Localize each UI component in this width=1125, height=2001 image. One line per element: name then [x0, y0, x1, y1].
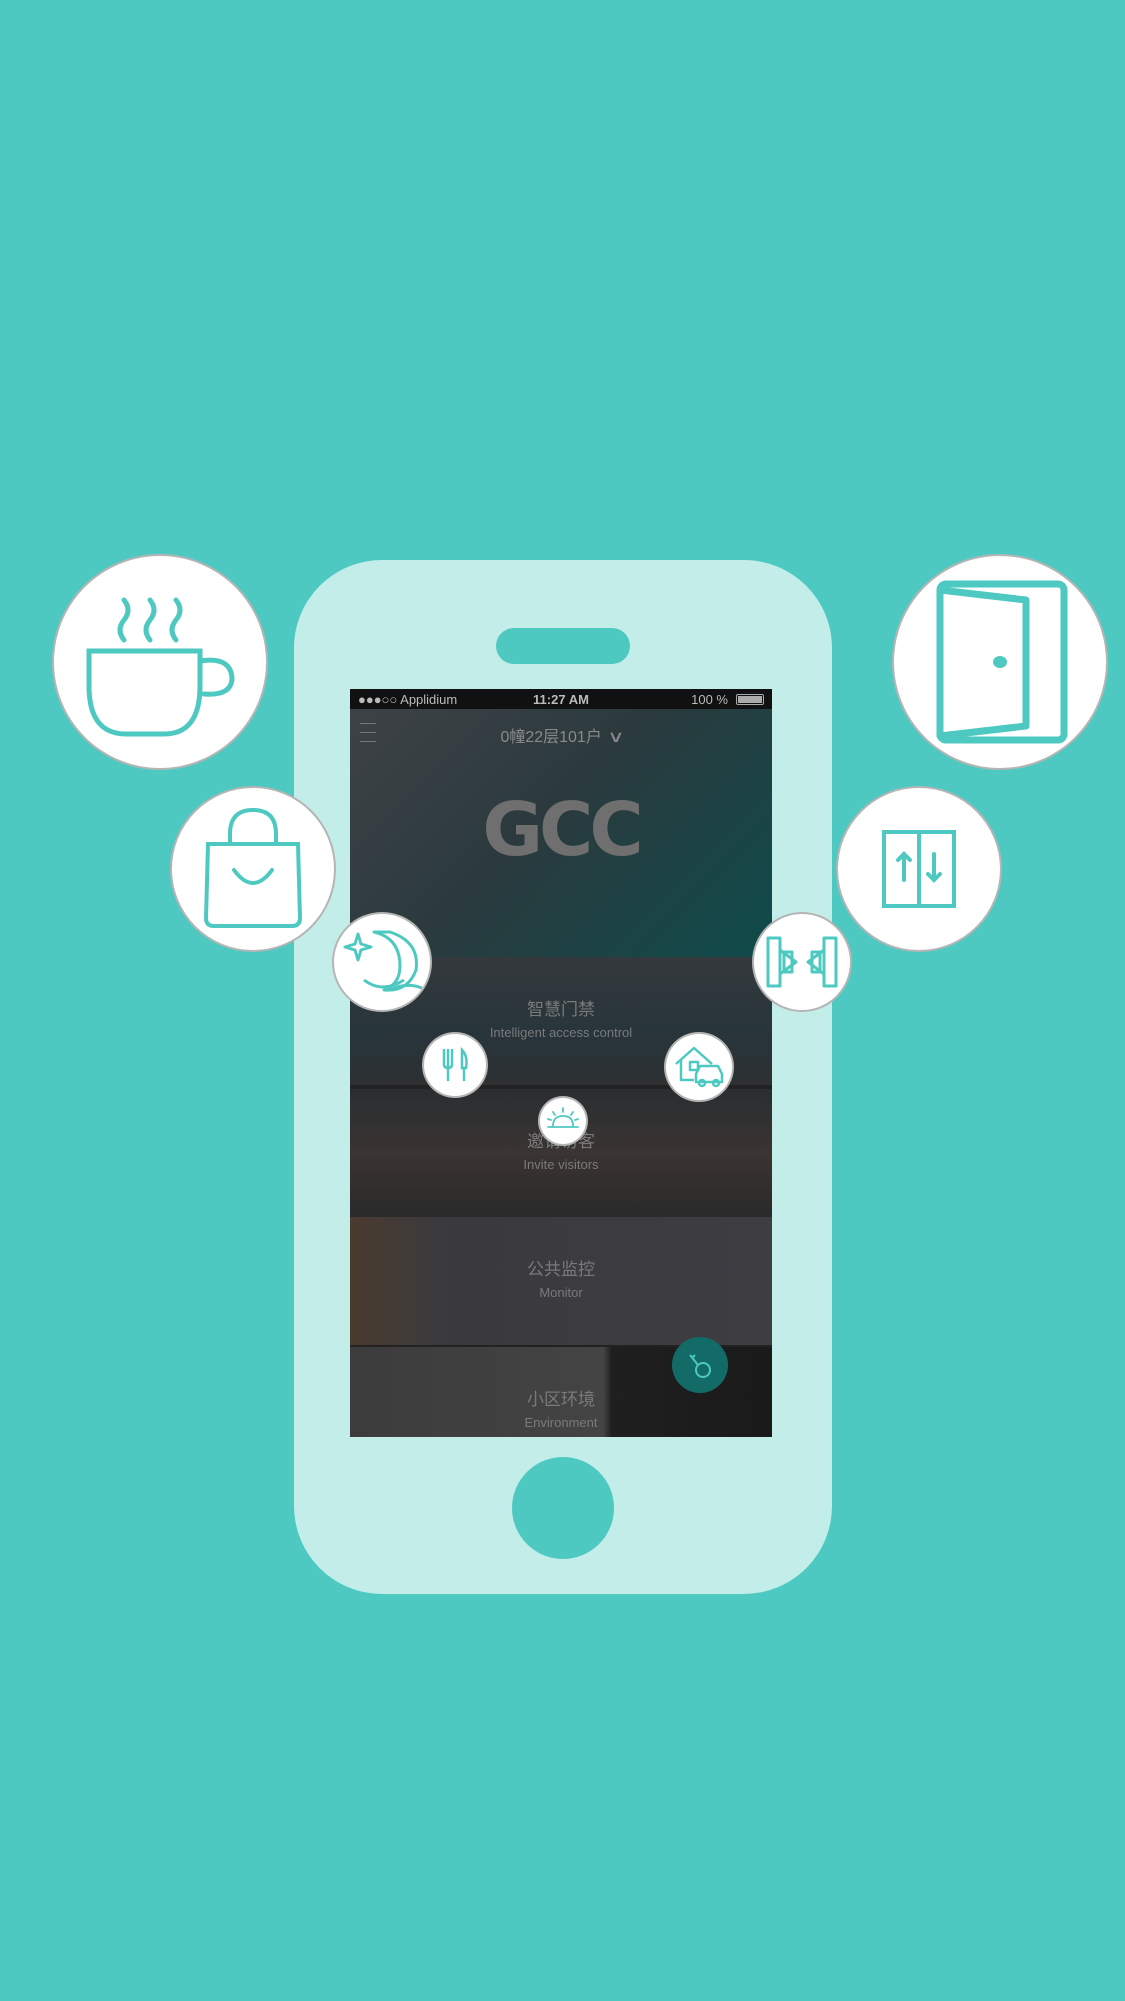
status-battery-percent: 100 % [691, 692, 728, 707]
elevator-circle [838, 788, 1000, 950]
menu-card-monitor[interactable]: 公共监控 Monitor [350, 1217, 772, 1345]
night-moon-icon [343, 930, 423, 992]
unit-selector-label: 0幢22层101户 [500, 729, 602, 746]
chevron-down-icon: ∨ [606, 729, 625, 746]
menu-card-title: 公共监控 [527, 1260, 595, 1279]
gate-circle [754, 914, 850, 1010]
gate-icon [766, 936, 838, 988]
home-car-circle [666, 1034, 732, 1100]
shopping-bag-icon [203, 807, 303, 928]
coffee-cup-icon [86, 597, 235, 737]
menu-card-subtitle: Monitor [539, 1285, 583, 1300]
sunrise-circle [540, 1098, 586, 1144]
key-icon [689, 1354, 711, 1378]
menu-card-subtitle: Invite visitors [523, 1157, 599, 1172]
door-circle [894, 556, 1106, 768]
menu-card-subtitle: Environment [524, 1415, 598, 1430]
gcc-logo: GCC [482, 787, 643, 873]
door-icon [936, 580, 1068, 744]
unit-selector[interactable]: 0幢22层101户 ∨ [350, 723, 772, 747]
sunrise-icon [547, 1107, 579, 1128]
home-car-icon [675, 1046, 724, 1088]
night-moon-circle [334, 914, 430, 1010]
battery-icon [736, 694, 764, 705]
key-fab-button[interactable] [672, 1337, 728, 1393]
shopping-bag-circle [172, 788, 334, 950]
coffee-cup-circle [54, 556, 266, 768]
status-bar: ●●●○○ Applidium 11:27 AM 100 % [350, 689, 772, 709]
dining-circle [424, 1034, 486, 1096]
elevator-icon [882, 830, 956, 908]
dining-icon [442, 1046, 468, 1082]
phone-speaker [496, 628, 630, 664]
phone-home-button[interactable] [512, 1457, 614, 1559]
